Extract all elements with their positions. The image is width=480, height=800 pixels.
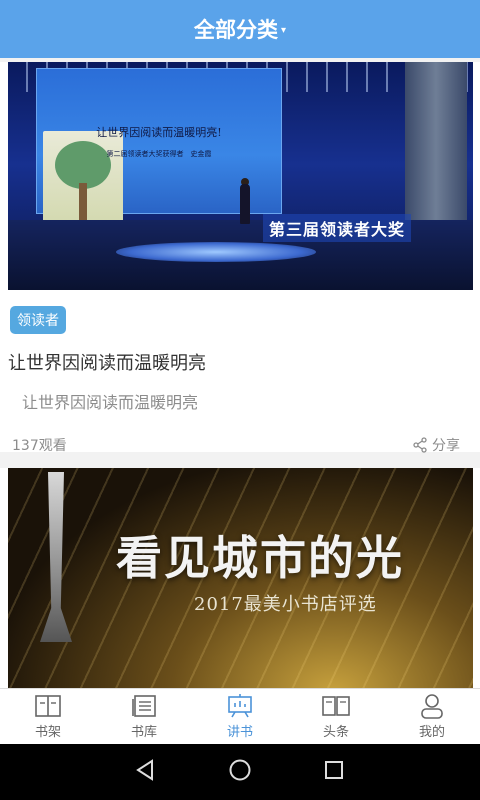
share-icon (413, 437, 427, 453)
card-divider (0, 452, 480, 468)
category-tag[interactable]: 领读者 (10, 306, 66, 334)
bottom-tab-bar: 书架 书库 讲书 头条 我的 (0, 688, 480, 744)
back-button[interactable] (135, 759, 157, 785)
system-navigation-bar (0, 744, 480, 800)
library-icon (130, 693, 158, 719)
top-bar: 全部分类 ▾ (0, 0, 480, 58)
card-thumbnail[interactable]: 让世界因阅读而温暖明亮! 第二届领读者大奖获得者 史金霞 第三届领读者大奖 (8, 62, 473, 290)
tab-headlines[interactable]: 头条 (288, 689, 384, 744)
award-banner: 第三届领读者大奖 (263, 214, 412, 242)
back-icon (136, 759, 154, 781)
tab-profile[interactable]: 我的 (384, 689, 480, 744)
stage-podium (116, 242, 316, 262)
screen-headline: 让世界因阅读而温暖明亮! (96, 126, 222, 139)
thumbnail-subline: 2017最美小书店评选 (194, 594, 377, 615)
card-thumbnail[interactable]: 看见城市的光 2017最美小书店评选 (8, 468, 473, 688)
card-title[interactable]: 让世界因阅读而温暖明亮 (8, 349, 480, 375)
home-button[interactable] (228, 758, 252, 786)
thumbnail-headline: 看见城市的光 (116, 531, 404, 585)
tab-label: 书架 (34, 725, 61, 740)
caret-down-icon: ▾ (280, 24, 287, 36)
view-count: 137观看 (12, 438, 67, 454)
home-icon (229, 759, 251, 781)
app-root: 全部分类 ▾ 让世界因阅读而温暖明亮! 第二届领读者大奖获得者 史金霞 第三届领… (0, 0, 480, 800)
headlines-icon (321, 693, 351, 719)
recents-button[interactable] (323, 759, 345, 785)
lecture-icon (226, 693, 254, 719)
share-button[interactable]: 分享 (412, 435, 460, 455)
speaker-figure (240, 184, 250, 224)
card-subtitle: 让世界因阅读而温暖明亮 (22, 393, 199, 412)
screen-subline: 第二届领读者大奖获得者 史金霞 (106, 150, 212, 158)
profile-icon (419, 693, 445, 719)
recents-icon (324, 761, 343, 779)
tab-lecture[interactable]: 讲书 (192, 689, 288, 744)
feed-card[interactable]: 让世界因阅读而温暖明亮! 第二届领读者大奖获得者 史金霞 第三届领读者大奖 领读… (0, 62, 480, 455)
tab-bookshelf[interactable]: 书架 (0, 689, 96, 744)
category-title: 全部分类 (193, 18, 278, 42)
tab-label: 头条 (322, 725, 349, 740)
tab-label: 书库 (130, 725, 157, 740)
category-dropdown[interactable]: 全部分类 ▾ (194, 14, 286, 44)
tab-library[interactable]: 书库 (96, 689, 192, 744)
tab-label: 讲书 (226, 725, 253, 740)
feed[interactable]: 让世界因阅读而温暖明亮! 第二届领读者大奖获得者 史金霞 第三届领读者大奖 领读… (0, 58, 480, 688)
share-label: 分享 (432, 438, 460, 454)
tab-label: 我的 (418, 725, 445, 740)
bookshelf-icon (34, 693, 62, 719)
feed-card[interactable]: 看见城市的光 2017最美小书店评选 (0, 468, 480, 688)
